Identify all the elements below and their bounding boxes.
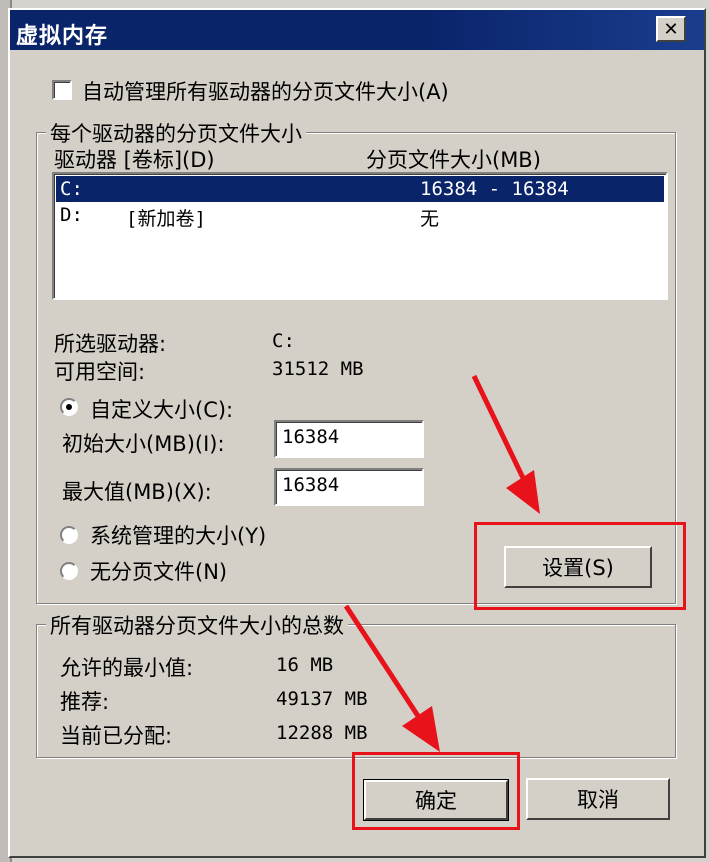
initial-size-label: 初始大小(MB)(I): xyxy=(62,432,225,456)
drive-letter: D: xyxy=(60,204,83,226)
auto-manage-checkbox[interactable] xyxy=(52,80,72,100)
title-bar[interactable]: 虚拟内存 ✕ xyxy=(10,10,704,50)
initial-size-input[interactable]: 16384 xyxy=(274,420,424,458)
min-allowed-label: 允许的最小值: xyxy=(60,656,194,680)
no-paging-file-label[interactable]: 无分页文件(N) xyxy=(90,556,227,586)
recommended-label: 推荐: xyxy=(60,690,110,714)
ok-button[interactable]: 确定 xyxy=(363,779,509,821)
close-icon: ✕ xyxy=(663,18,679,40)
window-title: 虚拟内存 xyxy=(16,24,109,49)
initial-size-value: 16384 xyxy=(282,426,340,448)
custom-size-label[interactable]: 自定义大小(C): xyxy=(90,394,233,424)
auto-manage-label[interactable]: 自动管理所有驱动器的分页文件大小(A) xyxy=(82,76,449,106)
drive-letter: C: xyxy=(60,178,83,200)
custom-size-radio[interactable] xyxy=(60,398,78,416)
drive-row-d[interactable]: D: [新加卷] 无 xyxy=(56,202,664,230)
set-button[interactable]: 设置(S) xyxy=(504,546,652,588)
drive-list[interactable]: C: 16384 - 16384 D: [新加卷] 无 xyxy=(52,172,668,300)
system-managed-radio[interactable] xyxy=(60,526,78,544)
no-paging-file-radio[interactable] xyxy=(60,562,78,580)
cancel-button[interactable]: 取消 xyxy=(526,778,670,820)
max-size-label: 最大值(MB)(X): xyxy=(62,480,212,504)
currently-allocated-value: 12288 MB xyxy=(276,722,368,744)
radio-selected-dot xyxy=(66,404,72,410)
column-header-drive: 驱动器 [卷标](D) xyxy=(54,148,215,172)
min-allowed-value: 16 MB xyxy=(276,654,334,676)
max-size-input[interactable]: 16384 xyxy=(274,468,424,506)
selected-drive-label: 所选驱动器: xyxy=(54,332,167,356)
drive-size: 无 xyxy=(420,208,440,230)
free-space-value: 31512 MB xyxy=(272,358,364,380)
max-size-value: 16384 xyxy=(282,474,340,496)
system-managed-label[interactable]: 系统管理的大小(Y) xyxy=(90,520,266,550)
close-button[interactable]: ✕ xyxy=(656,16,686,42)
selected-drive-value: C: xyxy=(272,330,295,352)
column-header-size: 分页文件大小(MB) xyxy=(366,148,541,172)
totals-legend: 所有驱动器分页文件大小的总数 xyxy=(46,610,348,640)
drive-row-c[interactable]: C: 16384 - 16384 xyxy=(56,176,664,202)
virtual-memory-dialog: 虚拟内存 ✕ 自动管理所有驱动器的分页文件大小(A) 每个驱动器的分页文件大小 … xyxy=(8,8,706,858)
recommended-value: 49137 MB xyxy=(276,688,368,710)
drive-size: 16384 - 16384 xyxy=(420,178,569,200)
free-space-label: 可用空间: xyxy=(54,360,146,384)
drive-volume-label: [新加卷] xyxy=(126,208,206,230)
currently-allocated-label: 当前已分配: xyxy=(60,724,173,748)
